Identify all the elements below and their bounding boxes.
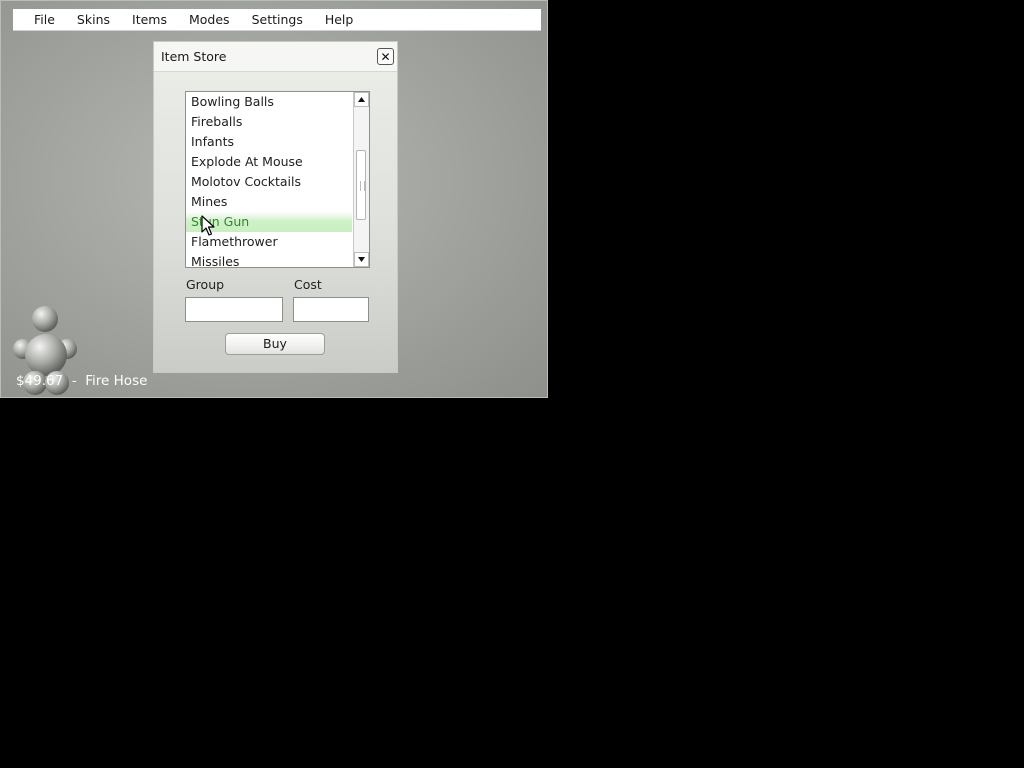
list-item-fireballs[interactable]: Fireballs [186,112,352,132]
triangle-up-icon [358,97,365,102]
mouse-pointer-icon [201,215,215,236]
menu-help[interactable]: Help [314,9,365,30]
buy-button[interactable]: Buy [225,333,325,355]
status-text: $49.67 - Fire Hose [16,373,148,389]
scroll-down-button[interactable] [354,252,369,267]
item-list[interactable]: Bowling Balls Fireballs Infants Explode … [185,91,370,268]
menu-file[interactable]: File [13,9,66,30]
item-store-dialog: Item Store ✕ Bowling Balls Fireballs Inf… [153,41,398,373]
scroll-thumb[interactable] [356,150,366,220]
cost-field[interactable] [293,297,369,322]
menu-bar: File Skins Items Modes Settings Help [13,9,541,31]
list-item-bowling-balls[interactable]: Bowling Balls [186,92,352,112]
triangle-down-icon [358,257,365,262]
list-scrollbar[interactable] [353,92,369,267]
menu-modes[interactable]: Modes [178,9,241,30]
app-window: File Skins Items Modes Settings Help Ite… [0,0,548,398]
list-item-molotov-cocktails[interactable]: Molotov Cocktails [186,172,352,192]
group-field[interactable] [185,297,283,322]
cost-label: Cost [294,277,322,292]
list-item-missiles[interactable]: Missiles [186,252,352,267]
item-list-content: Bowling Balls Fireballs Infants Explode … [186,92,352,267]
list-item-mines[interactable]: Mines [186,192,352,212]
menu-settings[interactable]: Settings [241,9,314,30]
close-icon: ✕ [380,49,391,64]
close-button[interactable]: ✕ [377,48,394,65]
menu-items[interactable]: Items [121,9,178,30]
list-item-infants[interactable]: Infants [186,132,352,152]
menu-skins[interactable]: Skins [66,9,121,30]
dialog-title: Item Store [161,49,227,64]
list-item-explode-at-mouse[interactable]: Explode At Mouse [186,152,352,172]
dialog-titlebar[interactable]: Item Store ✕ [154,42,397,72]
group-label: Group [186,277,225,292]
scroll-up-button[interactable] [354,92,369,107]
